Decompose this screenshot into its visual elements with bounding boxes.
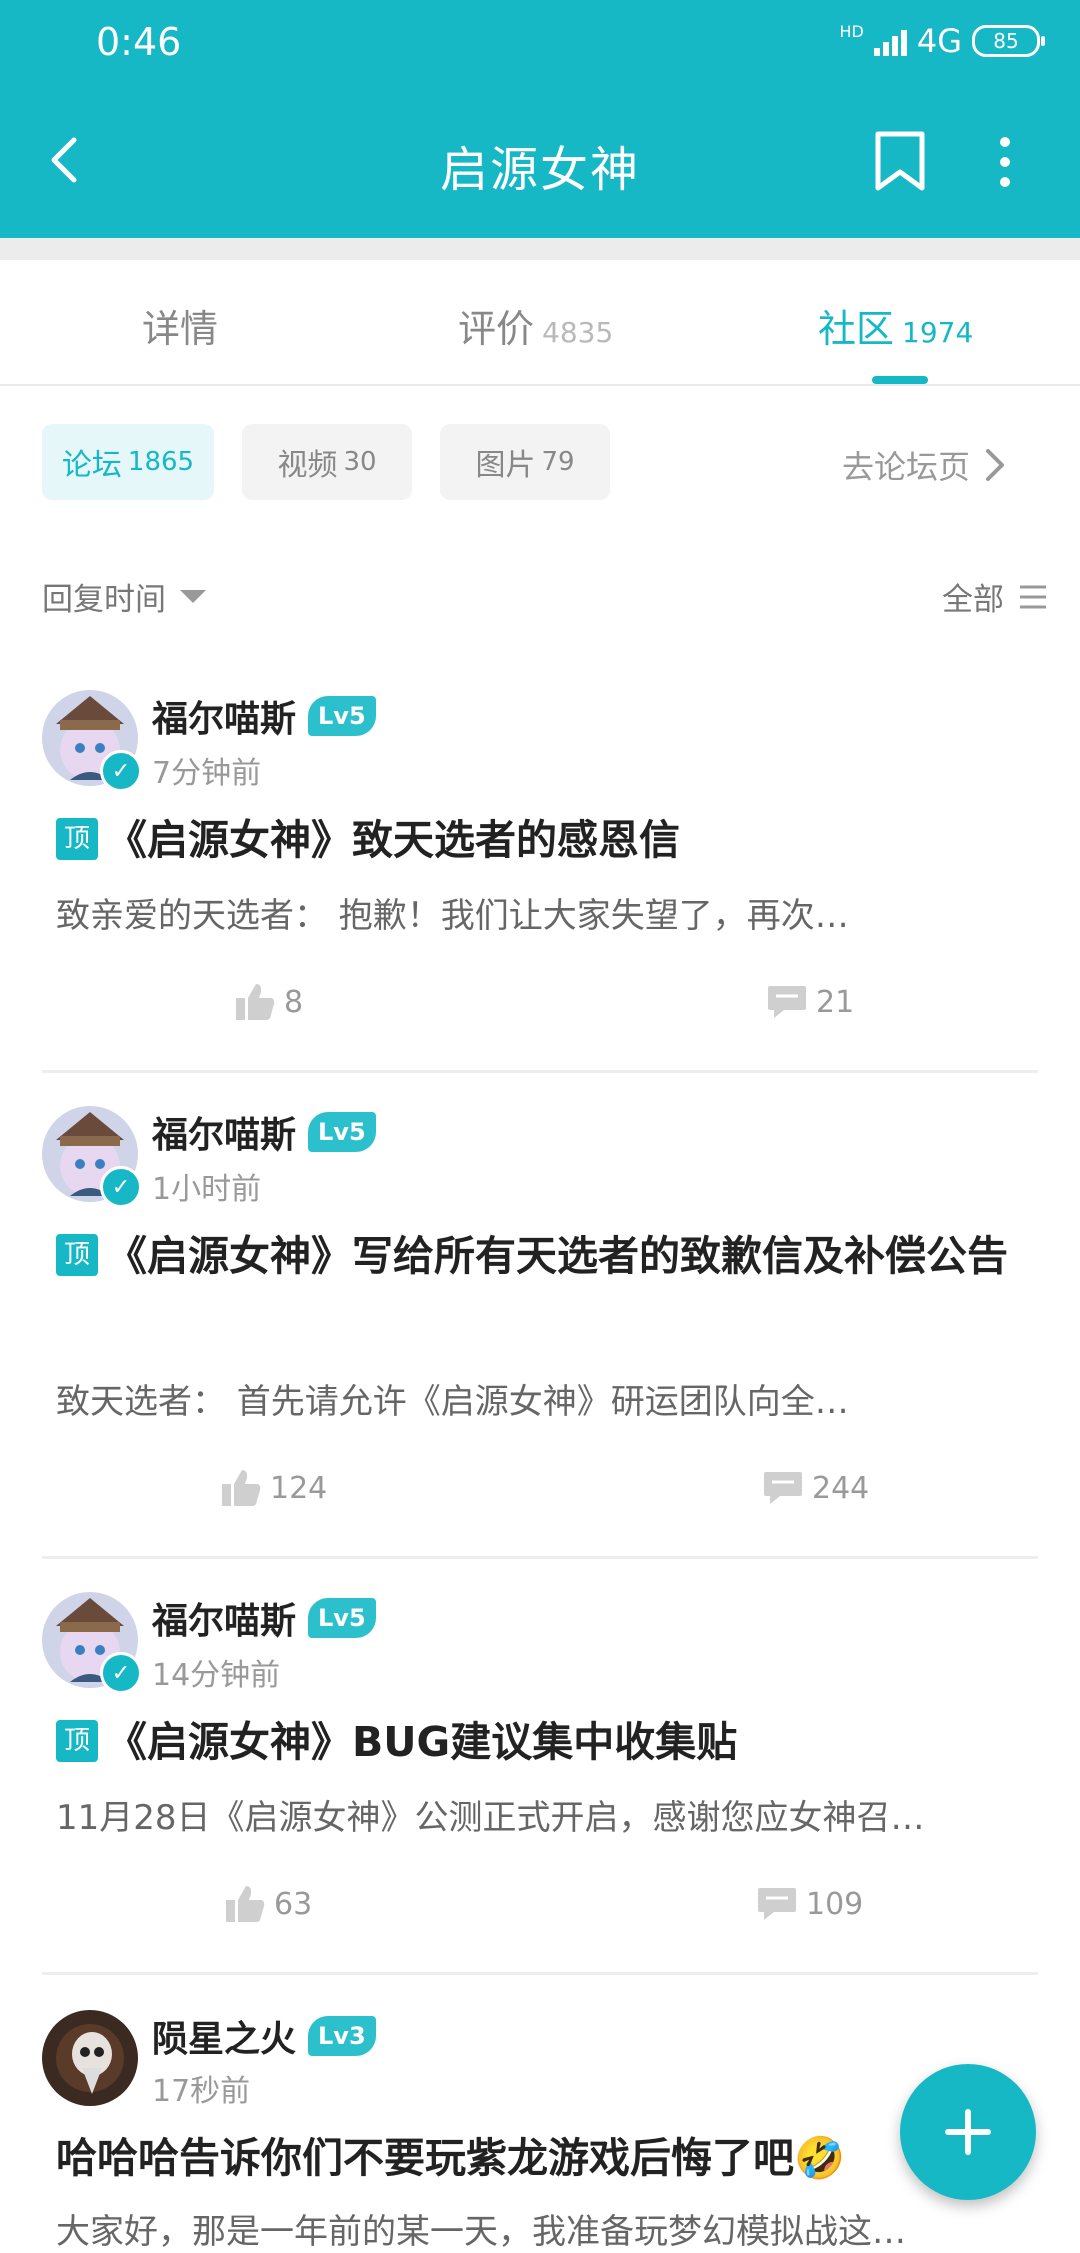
post-time: 17秒前 <box>152 2074 251 2109</box>
post-excerpt: 致天选者： 首先请允许《启源女神》研运团队向全… <box>56 1382 849 1422</box>
divider <box>42 1972 1038 1975</box>
status-time: 0:46 <box>96 20 182 64</box>
post-excerpt: 11月28日《启源女神》公测正式开启，感谢您应女神召… <box>56 1798 925 1838</box>
level-badge: Lv5 <box>308 1112 376 1152</box>
pinned-badge: 顶 <box>56 1720 98 1762</box>
chip-video[interactable]: 视频 30 <box>242 424 412 500</box>
author-name-text: 福尔喵斯 <box>152 1601 297 1642</box>
post-time: 1小时前 <box>152 1172 262 1207</box>
tab-reviews[interactable]: 评价 4835 <box>458 298 613 353</box>
level-badge: Lv3 <box>308 2016 376 2056</box>
author-name-text: 福尔喵斯 <box>152 699 297 740</box>
chip-video-label: 视频 <box>277 448 338 483</box>
comment-icon <box>764 1472 802 1504</box>
author-name[interactable]: 陨星之火 Lv3 <box>152 2010 376 2062</box>
comment-button[interactable]: 21 <box>766 982 854 1022</box>
pinned-badge: 顶 <box>56 1234 98 1276</box>
goto-forum-link[interactable]: 去论坛页 <box>842 442 1006 488</box>
post-title-text: 哈哈哈告诉你们不要玩紫龙游戏后悔了吧🤣 <box>56 2134 846 2182</box>
like-button[interactable]: 63 <box>224 1884 312 1924</box>
post-title-text: 《启源女神》写给所有天选者的致歉信及补偿公告 <box>106 1232 1008 1280</box>
battery-level: 85 <box>993 29 1019 53</box>
scope-filter[interactable]: 全部 <box>942 574 1048 619</box>
like-button[interactable]: 8 <box>234 982 303 1022</box>
post-title-text: 《启源女神》致天选者的感恩信 <box>106 816 680 864</box>
tab-details-label: 详情 <box>142 307 219 351</box>
app-bar: 启源女神 <box>0 86 1080 238</box>
chevron-right-icon <box>986 449 1005 481</box>
scope-label: 全部 <box>942 582 1004 618</box>
avatar[interactable] <box>42 2010 138 2106</box>
like-count: 63 <box>274 1886 313 1922</box>
post-title[interactable]: 顶《启源女神》BUG建议集中收集贴 <box>56 1708 1036 1776</box>
divider <box>42 1556 1038 1559</box>
level-badge: Lv5 <box>308 1598 376 1638</box>
post-excerpt: 大家好，那是一年前的某一天，我准备玩梦幻模拟战这… <box>56 2212 906 2252</box>
tab-community-count: 1974 <box>902 316 974 349</box>
post-time: 14分钟前 <box>152 1658 281 1693</box>
divider <box>42 1070 1038 1073</box>
header-separator <box>0 238 1080 260</box>
post-title[interactable]: 哈哈哈告诉你们不要玩紫龙游戏后悔了吧🤣 <box>56 2124 1036 2192</box>
verified-icon: ✓ <box>100 1166 142 1208</box>
comment-button[interactable]: 109 <box>756 1884 863 1924</box>
tab-community-label: 社区 <box>818 307 895 351</box>
plus-icon <box>945 2109 991 2155</box>
more-icon[interactable] <box>980 130 1030 194</box>
comment-count: 21 <box>816 984 855 1020</box>
chip-forum-count: 1865 <box>127 447 195 477</box>
like-count: 124 <box>270 1470 328 1506</box>
comment-count: 244 <box>812 1470 870 1506</box>
author-name[interactable]: 福尔喵斯 Lv5 <box>152 1592 376 1644</box>
new-post-button[interactable] <box>900 2064 1036 2200</box>
author-name-text: 福尔喵斯 <box>152 1115 297 1156</box>
status-icons: HD 4G 85 <box>839 22 1045 60</box>
thumbs-up-icon <box>236 984 275 1020</box>
tab-details[interactable]: 详情 <box>142 298 218 353</box>
battery-icon: 85 <box>972 25 1045 57</box>
chip-forum[interactable]: 论坛 1865 <box>42 424 214 500</box>
comment-icon <box>768 986 806 1018</box>
tab-active-indicator <box>872 376 928 384</box>
hd-label: HD <box>839 22 864 41</box>
chip-image-count: 79 <box>541 447 575 477</box>
verified-icon: ✓ <box>100 1652 142 1694</box>
status-bar: 0:46 HD 4G 85 <box>0 0 1080 86</box>
tab-reviews-label: 评价 <box>458 307 535 351</box>
chip-image[interactable]: 图片 79 <box>440 424 610 500</box>
goto-forum-label: 去论坛页 <box>842 448 971 486</box>
author-name[interactable]: 福尔喵斯 Lv5 <box>152 1106 376 1158</box>
verified-icon: ✓ <box>100 750 142 792</box>
author-name-text: 陨星之火 <box>152 2019 297 2060</box>
tab-reviews-count: 4835 <box>542 316 614 349</box>
post-excerpt: 致亲爱的天选者： 抱歉！我们让大家失望了，再次… <box>56 896 849 936</box>
pinned-badge: 顶 <box>56 818 98 860</box>
caret-down-icon <box>180 590 206 603</box>
tab-bar: 详情 评价 4835 社区 1974 <box>0 260 1080 386</box>
network-label: 4G <box>916 22 962 60</box>
signal-icon <box>873 26 907 56</box>
tab-community[interactable]: 社区 1974 <box>818 298 973 353</box>
thumbs-up-icon <box>222 1470 261 1506</box>
level-badge: Lv5 <box>308 696 376 736</box>
comment-button[interactable]: 244 <box>762 1468 869 1508</box>
comment-icon <box>758 1888 796 1920</box>
chip-image-label: 图片 <box>475 448 536 483</box>
chip-video-count: 30 <box>343 447 377 477</box>
post-title-text: 《启源女神》BUG建议集中收集贴 <box>106 1718 738 1766</box>
post-time: 7分钟前 <box>152 756 262 791</box>
thumbs-up-icon <box>226 1886 265 1922</box>
sort-dropdown[interactable]: 回复时间 <box>42 574 206 619</box>
sort-label: 回复时间 <box>42 582 166 618</box>
chip-forum-label: 论坛 <box>61 448 122 483</box>
post-title[interactable]: 顶《启源女神》写给所有天选者的致歉信及补偿公告 <box>56 1222 1036 1290</box>
post-title[interactable]: 顶《启源女神》致天选者的感恩信 <box>56 806 1036 874</box>
like-button[interactable]: 124 <box>220 1468 327 1508</box>
list-icon <box>1020 585 1046 608</box>
author-name[interactable]: 福尔喵斯 Lv5 <box>152 690 376 742</box>
like-count: 8 <box>284 984 304 1020</box>
comment-count: 109 <box>806 1886 864 1922</box>
bookmark-icon[interactable] <box>870 130 930 194</box>
